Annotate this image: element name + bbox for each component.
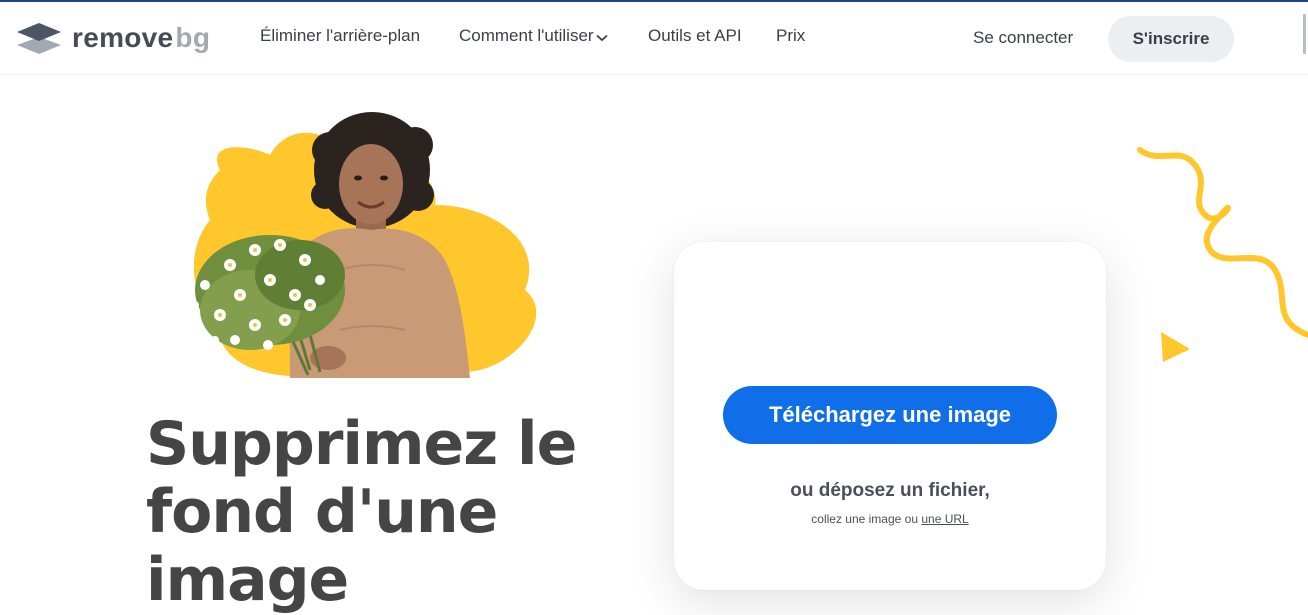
upload-card[interactable]: Téléchargez une image ou déposez un fich… xyxy=(674,242,1106,590)
logo-text: removebg xyxy=(72,22,210,54)
chevron-down-icon xyxy=(595,27,608,47)
signup-button[interactable]: S'inscrire xyxy=(1108,16,1234,62)
logo-text-accent: bg xyxy=(175,22,211,53)
url-link[interactable]: une URL xyxy=(921,512,968,526)
nav-item-how-to-use-label: Comment l'utiliser xyxy=(459,26,594,45)
squiggle-decoration xyxy=(1137,147,1308,338)
signin-link[interactable]: Se connecter xyxy=(973,28,1073,48)
nav-item-how-to-use[interactable]: Comment l'utiliser xyxy=(459,26,608,47)
scrollbar[interactable] xyxy=(1303,14,1306,54)
triangle-decoration xyxy=(1161,332,1190,362)
logo-icon xyxy=(17,23,61,54)
nav-item-remove-background[interactable]: Éliminer l'arrière-plan xyxy=(260,26,420,46)
nav-item-tools-api[interactable]: Outils et API xyxy=(648,26,742,46)
logo-text-main: remove xyxy=(72,22,174,53)
header: removebg Éliminer l'arrière-plan Comment… xyxy=(0,2,1308,75)
paste-instructions: collez une image ou une URL xyxy=(674,512,1106,526)
logo[interactable]: removebg xyxy=(16,20,210,56)
hero-illustration xyxy=(160,100,560,395)
nav-item-pricing[interactable]: Prix xyxy=(776,26,805,46)
woman-with-flowers-illustration xyxy=(186,112,537,378)
upload-image-button[interactable]: Téléchargez une image xyxy=(723,386,1057,444)
drop-file-text: ou déposez un fichier, xyxy=(790,480,990,501)
paste-text: collez une image ou xyxy=(811,512,918,526)
hero-headline: Supprimez le fond d'une image xyxy=(146,409,577,615)
